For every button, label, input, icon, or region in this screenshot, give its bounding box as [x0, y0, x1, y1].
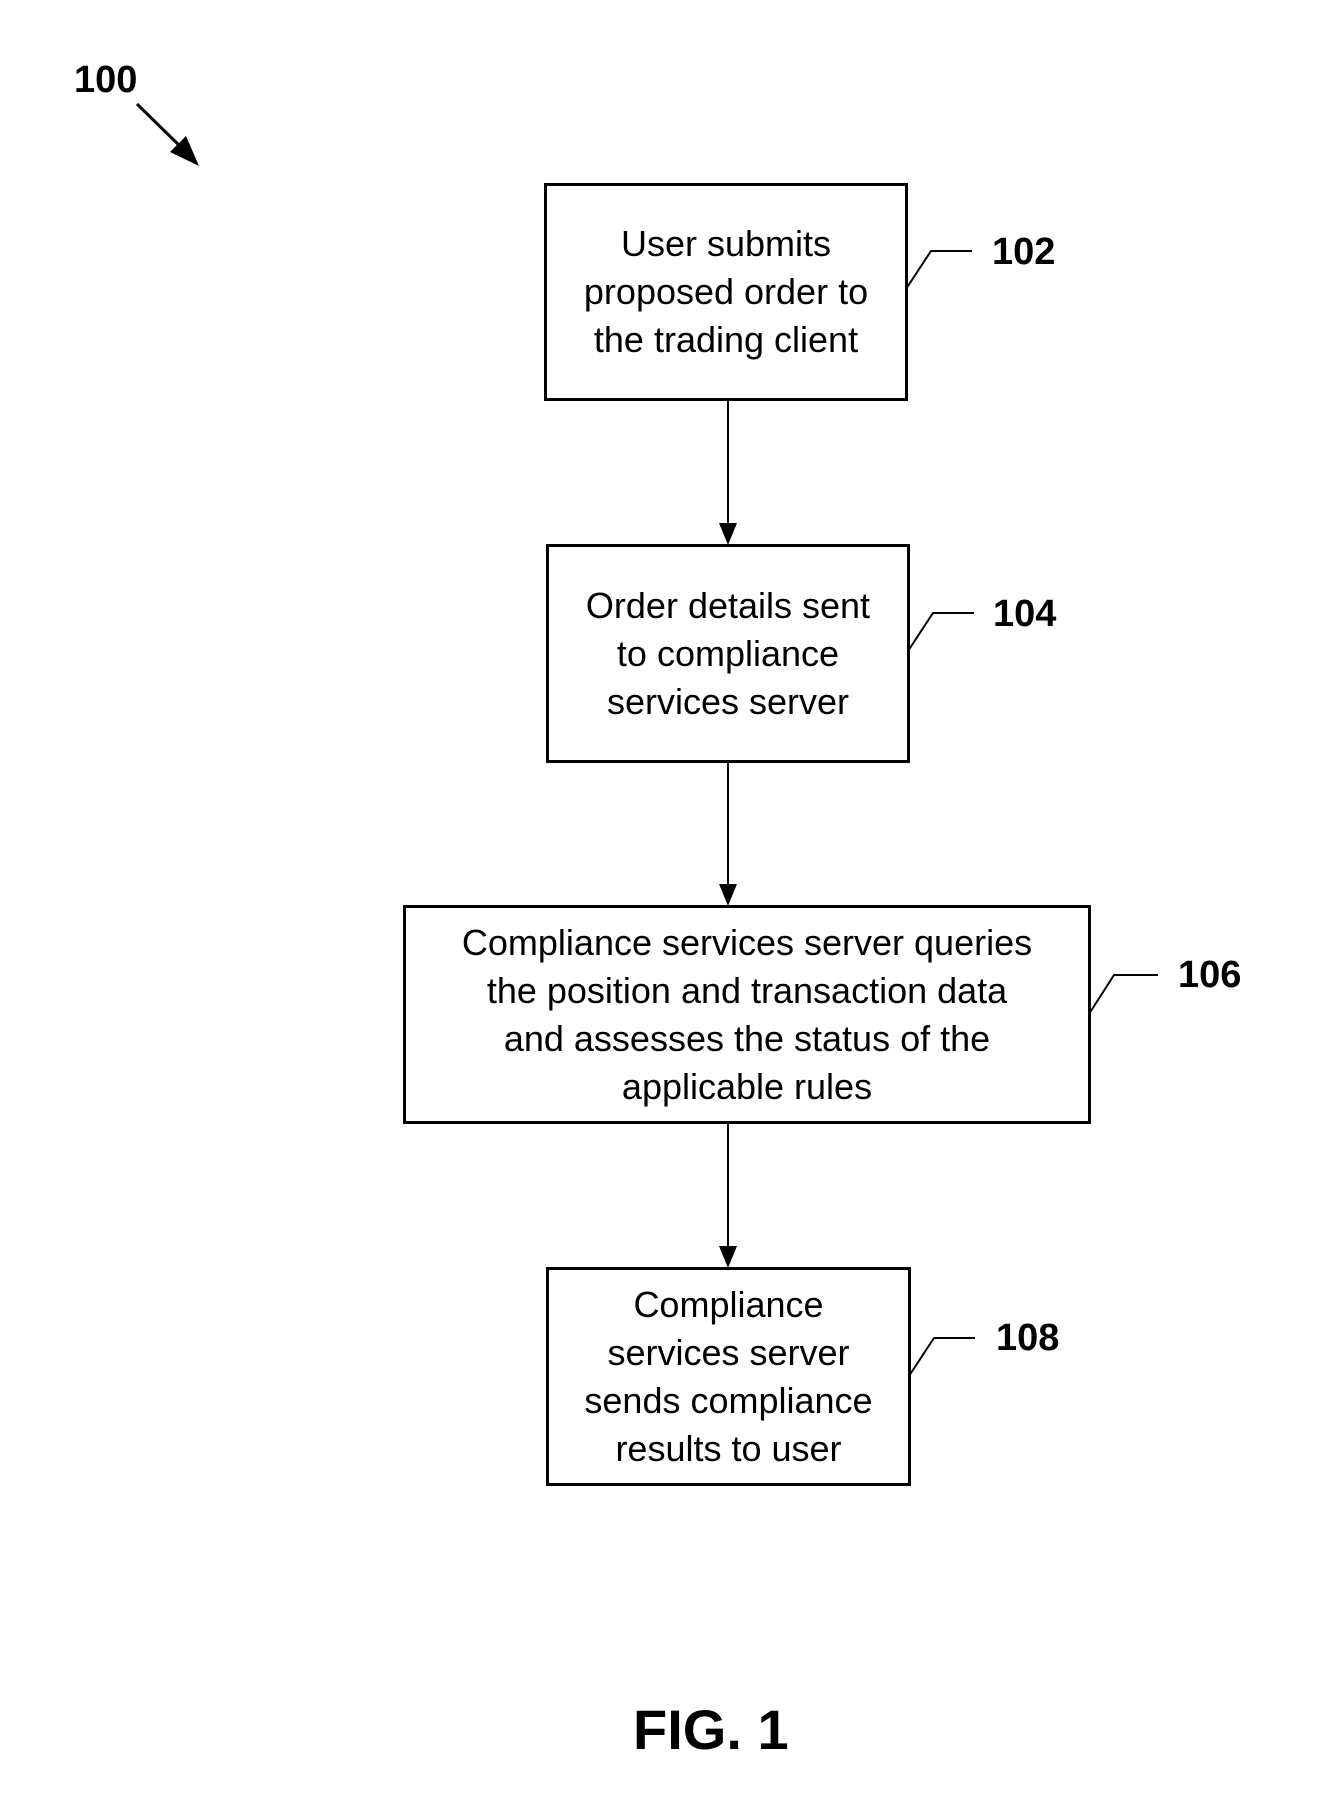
- arrow-106-to-108: [719, 1123, 737, 1268]
- leader-line-102: [905, 250, 972, 290]
- step-label-106: 106: [1178, 954, 1242, 996]
- step-text-104: Order details sent to compliance service…: [585, 584, 871, 722]
- arrow-104-to-106: [719, 762, 737, 906]
- step-box-104: Order details sent to compliance service…: [546, 544, 910, 763]
- figure-caption: FIG. 1: [633, 1698, 789, 1761]
- step-label-102: 102: [992, 231, 1056, 273]
- leader-line-106: [1088, 974, 1158, 1015]
- step-text-108: Compliance services server sends complia…: [584, 1283, 873, 1469]
- step-label-108: 108: [996, 1317, 1060, 1359]
- figure-pointer-arrow: [135, 102, 199, 166]
- arrow-102-to-104: [719, 400, 737, 545]
- leader-line-104: [907, 612, 974, 652]
- step-box-106: Compliance services server queries the p…: [403, 905, 1091, 1124]
- leader-line-108: [908, 1337, 975, 1377]
- figure-reference-number: 100: [74, 59, 138, 101]
- step-box-102: User submits proposed order to the tradi…: [544, 183, 908, 401]
- step-text-102: User submits proposed order to the tradi…: [583, 223, 869, 360]
- step-label-104: 104: [993, 593, 1057, 635]
- step-text-106: Compliance services server queries the p…: [461, 921, 1033, 1107]
- step-box-108: Compliance services server sends complia…: [546, 1267, 911, 1486]
